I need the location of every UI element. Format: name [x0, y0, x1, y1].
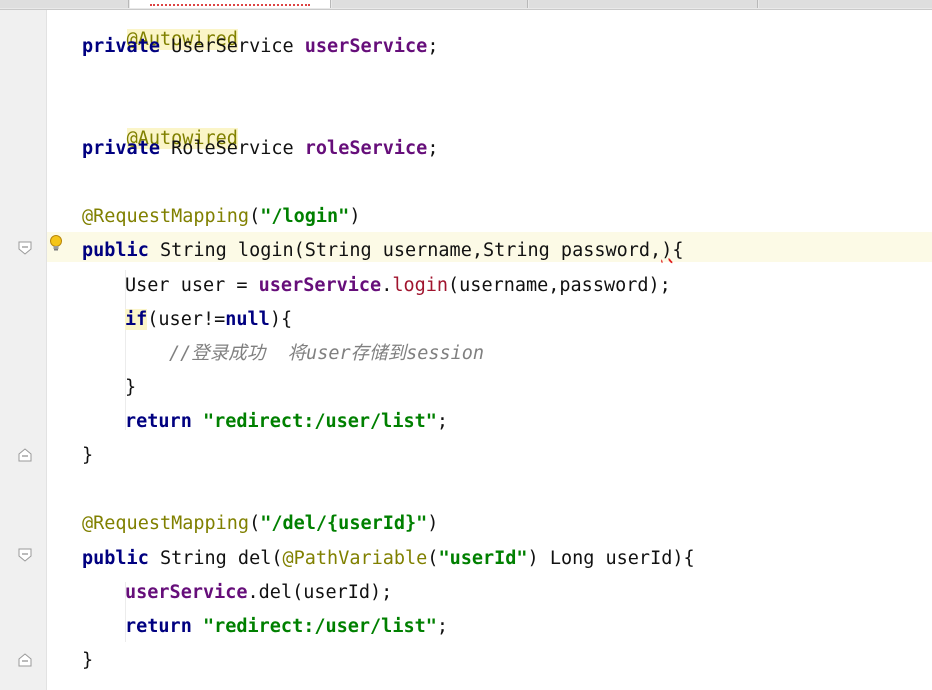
string-literal: "/del/{userId}" [260, 513, 428, 534]
method-call: .del(userId); [247, 582, 393, 603]
keyword: private [82, 138, 160, 159]
code-line: User user = userService.login(username,p… [125, 274, 671, 298]
punctuation: ) [349, 206, 361, 227]
keyword: null [225, 309, 270, 330]
code-line: } [82, 444, 93, 468]
keyword: if [125, 309, 148, 330]
punctuation: ( [249, 513, 261, 534]
fold-marker-icon[interactable] [18, 448, 32, 462]
method-call: login [392, 275, 449, 296]
punctuation: ( [249, 206, 261, 227]
fold-marker-icon[interactable] [18, 653, 32, 667]
fold-marker-icon[interactable] [18, 548, 32, 562]
punctuation: ; [427, 138, 439, 159]
closing-brace: } [125, 377, 137, 398]
field-name: userService [125, 582, 248, 603]
editor-tab[interactable] [759, 0, 932, 8]
string-literal: "redirect:/user/list" [202, 411, 437, 432]
code-line: } [82, 649, 93, 673]
annotation: @PathVariable [282, 548, 428, 569]
punctuation: ; [436, 616, 449, 637]
punctuation: ) [427, 513, 439, 534]
method-signature-rest: ) Long userId){ [527, 548, 695, 569]
punctuation: ; [427, 36, 439, 57]
code-line: userService.del(userId); [125, 581, 392, 605]
code-line: if(user!=null){ [125, 308, 292, 332]
editor-tab[interactable] [529, 0, 758, 8]
punctuation: ){ [269, 309, 293, 330]
method-signature: String del( [159, 548, 283, 569]
code-line: private UserService userService; [82, 35, 438, 59]
code-editor[interactable]: @Autowired private UserService userServi… [47, 10, 932, 690]
type-name: UserService [171, 36, 294, 57]
field-name: userService [258, 275, 382, 296]
code-line: public String login(String username,Stri… [82, 239, 683, 263]
keyword: return [125, 616, 192, 637]
condition: (user!= [147, 309, 226, 330]
code-line: //登录成功 将user存储到session [169, 342, 484, 366]
arguments: (username,password); [448, 275, 671, 296]
code-line: @RequestMapping("/del/{userId}") [82, 512, 438, 536]
editor-tab[interactable] [332, 0, 528, 8]
keyword: private [82, 36, 160, 57]
code-line: @Autowired [82, 4, 238, 50]
keyword: public [82, 240, 149, 261]
annotation: @RequestMapping [82, 206, 250, 227]
field-name: userService [304, 36, 428, 57]
annotation: @RequestMapping [82, 513, 250, 534]
fold-marker-icon[interactable] [18, 241, 32, 255]
punctuation: ( [427, 548, 439, 569]
code-line: } [125, 376, 136, 400]
code-line: @RequestMapping("/login") [82, 205, 360, 229]
string-literal: "/login" [260, 206, 350, 227]
keyword: return [125, 411, 192, 432]
string-literal: "redirect:/user/list" [202, 616, 437, 637]
keyword: public [82, 548, 149, 569]
string-literal: "userId" [438, 548, 528, 569]
code-line: @Autowired [82, 103, 238, 149]
field-name: roleService [304, 138, 428, 159]
punctuation: . [381, 275, 393, 296]
code-comment: //登录成功 将user存储到session [169, 343, 485, 364]
statement: User user = [125, 275, 259, 296]
lightbulb-icon[interactable] [48, 234, 64, 252]
method-signature: String login(String username,String pass… [159, 240, 662, 261]
closing-brace: } [82, 650, 94, 671]
punctuation: { [672, 240, 684, 261]
code-line: return "redirect:/user/list"; [125, 615, 448, 639]
code-line: return "redirect:/user/list"; [125, 410, 448, 434]
closing-brace: } [82, 445, 94, 466]
type-name: RoleService [171, 138, 294, 159]
code-line: public String del(@PathVariable("userId"… [82, 547, 695, 571]
editor-gutter [0, 10, 47, 690]
code-line: private RoleService roleService; [82, 137, 438, 161]
punctuation: ; [436, 411, 449, 432]
error-marker: ) [661, 240, 673, 261]
